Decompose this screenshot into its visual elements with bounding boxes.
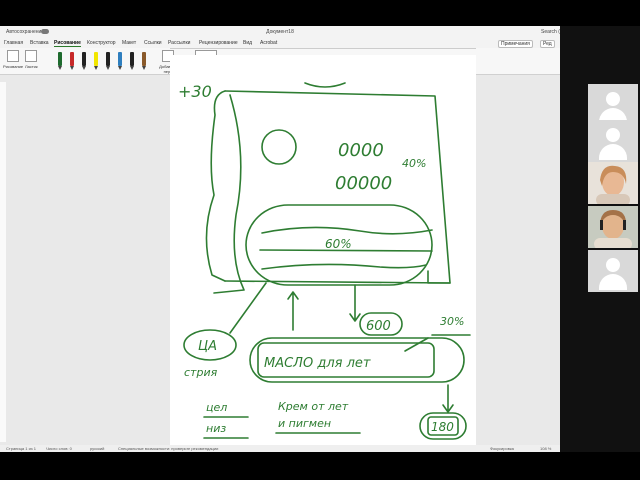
avatar-body-icon [599,274,627,290]
avatar-icon [606,92,620,106]
pen-4-icon[interactable] [94,52,98,70]
ruler-spacer [170,48,476,49]
vertical-ruler [0,82,6,442]
document-page[interactable]: +30 0000 00000 40% 60% 600 30% ЦА стрия … [170,55,476,445]
participant-tile-4[interactable] [588,206,638,248]
tab-layout[interactable]: Макет [122,40,136,46]
ink-sketch-lower: 180 [431,420,454,434]
eraser-tool-label: Ластик [25,64,38,69]
tab-insert[interactable]: Вставка [30,40,49,46]
participant-video-3 [588,162,638,204]
pen-2-icon[interactable] [70,52,74,70]
status-language[interactable]: русский [90,446,104,451]
status-focus[interactable]: Фокусировка [490,446,514,451]
tab-home[interactable]: Главная [4,40,23,46]
pen-5-icon[interactable] [106,52,110,70]
participant-tile-3[interactable] [588,162,638,204]
status-accessibility[interactable]: Специальные возможности: проверьте реком… [118,446,218,451]
status-zoom[interactable]: 108 % [540,446,551,451]
draw-tool[interactable]: Рисование [3,50,23,69]
participants-panel [560,26,640,452]
ink-label-180: 180 [431,420,454,434]
avatar-icon [606,128,620,142]
word-window: Автосохранение Документ18 Search ( Главн… [0,26,560,452]
document-title: Документ18 [266,29,294,35]
participant-tile-5[interactable] [588,250,638,292]
participant-tile-2[interactable] [588,120,638,162]
draw-icon [7,50,20,62]
pen-6-icon[interactable] [118,52,122,70]
status-words[interactable]: Число слов: 0 [46,446,72,451]
edit-button[interactable]: Ред [540,40,555,48]
tab-references[interactable]: Ссылки [144,40,162,46]
search-box[interactable]: Search ( [541,29,560,35]
draw-tool-label: Рисование [3,64,24,69]
status-page[interactable]: Страница 1 из 1 [6,446,36,451]
eraser-tool[interactable]: Ластик [25,50,38,69]
avatar-icon [606,258,620,272]
pen-7-icon[interactable] [130,52,134,70]
tab-mailings[interactable]: Рассылки [168,40,190,46]
eraser-icon [25,50,38,62]
tab-design[interactable]: Конструктор [87,40,116,46]
pen-3-icon[interactable] [82,52,86,70]
participant-video-4 [588,206,638,248]
tab-review[interactable]: Рецензирование [199,40,238,46]
pen-8-icon[interactable] [142,52,146,70]
title-bar: Автосохранение Документ18 Search ( [0,26,560,38]
tab-view[interactable]: Вид [243,40,252,46]
status-bar: Страница 1 из 1 Число слов: 0 русский Сп… [0,445,560,452]
avatar-body-icon [599,144,627,160]
tab-acrobat[interactable]: Acrobat [260,40,277,46]
pen-1-icon[interactable] [58,52,62,70]
tab-draw[interactable]: Рисование [54,40,81,47]
menu-bar: Главная Вставка Рисование Конструктор Ма… [0,38,560,48]
comments-button[interactable]: Примечания [498,40,533,48]
